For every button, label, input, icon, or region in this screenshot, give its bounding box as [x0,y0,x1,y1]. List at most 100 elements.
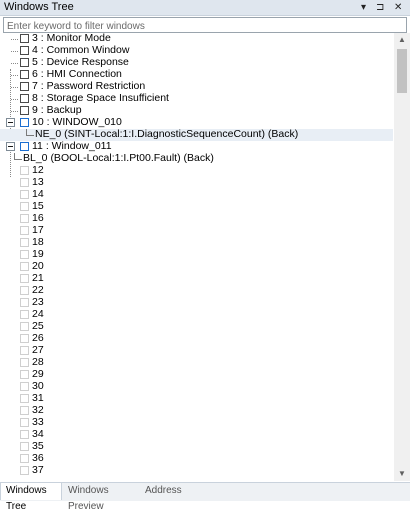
window-icon [20,274,29,283]
tree-item[interactable]: 21 [0,272,393,285]
tree-item-label: 9 : Backup [32,104,82,116]
panel-title-bar: Windows Tree ▾ ⊐ ✕ [0,0,410,16]
window-icon [20,298,29,307]
tree-item[interactable]: 22 [0,284,393,297]
window-icon [20,262,29,271]
window-icon [20,430,29,439]
tab-strip: Windows Tree Windows Preview Address [0,482,410,512]
tree-item-label: 35 [32,440,44,452]
window-icon [20,370,29,379]
tree-item[interactable]: 27 [0,344,393,357]
scroll-up-arrow-icon[interactable]: ▲ [394,33,410,47]
tree-item-label: 7 : Password Restriction [32,80,146,92]
tree-item-label: 30 [32,380,44,392]
tree-item[interactable]: 35 [0,440,393,453]
pin-icon[interactable]: ⊐ [376,0,384,15]
close-icon[interactable]: ✕ [394,0,402,15]
tree-item[interactable]: 19 [0,248,393,261]
tree-item-label: 5 : Device Response [32,56,129,68]
window-icon [20,106,29,115]
tree-item-label: 34 [32,428,44,440]
tree-item[interactable]: 18 [0,236,393,249]
tree-item-label: 23 [32,296,44,308]
tree-item-label: 15 [32,200,44,212]
window-icon [20,58,29,67]
vertical-scrollbar[interactable]: ▲ ▼ [394,33,410,481]
tab-windows-tree[interactable]: Windows Tree [0,483,62,512]
tree-connector [11,75,18,76]
window-icon [20,418,29,427]
tree-connector [11,51,18,52]
window-icon [20,466,29,475]
window-icon [20,310,29,319]
filter-input[interactable] [4,19,403,34]
tree-item[interactable]: 28 [0,356,393,369]
tree-item[interactable]: 17 [0,224,393,237]
tab-windows-preview[interactable]: Windows Preview [63,483,139,512]
tree-item[interactable]: 20 [0,260,393,273]
tree-item-label: 10 : WINDOW_010 [32,116,122,128]
dropdown-icon[interactable]: ▾ [361,0,366,15]
tree-item[interactable]: 12 [0,164,393,177]
tree-item-label: 26 [32,332,44,344]
tab-address[interactable]: Address [140,483,182,500]
tree-item[interactable]: 26 [0,332,393,345]
window-icon [20,454,29,463]
tree-item[interactable]: 37 [0,464,393,477]
scrollbar-thumb[interactable] [397,49,407,93]
tree-item-label: 6 : HMI Connection [32,68,122,80]
tree-item-label: BL_0 (BOOL-Local:1:I.Pt00.Fault) (Back) [23,152,214,164]
window-icon [20,358,29,367]
tree-item-label: 31 [32,392,44,404]
tree-connector [11,111,18,112]
window-icon [20,442,29,451]
tree-item[interactable]: 30 [0,380,393,393]
tree-item-label: 13 [32,176,44,188]
window-icon [20,82,29,91]
collapse-icon[interactable] [6,118,15,127]
window-icon [20,166,29,175]
tree-item-label: 8 : Storage Space Insufficient [32,92,169,104]
window-icon [20,178,29,187]
window-icon [20,382,29,391]
tree-item-label: 17 [32,224,44,236]
tree-item-label: 28 [32,356,44,368]
scroll-down-arrow-icon[interactable]: ▼ [394,467,410,481]
filter-box [3,17,407,34]
tree-item[interactable]: 31 [0,392,393,405]
tree-item[interactable]: 14 [0,188,393,201]
panel-title: Windows Tree [4,1,74,13]
window-icon [20,190,29,199]
tree-item[interactable]: 16 [0,212,393,225]
window-icon [20,94,29,103]
tree-item[interactable]: 29 [0,368,393,381]
tree-item-label: 21 [32,272,44,284]
tree-connector [11,87,18,88]
tree-item-label: 29 [32,368,44,380]
tree-item[interactable]: 13 [0,176,393,189]
tree-item-label: 12 [32,164,44,176]
tree-item-label: 27 [32,344,44,356]
tree-item[interactable]: 33 [0,416,393,429]
tree-item[interactable]: 24 [0,308,393,321]
tree-item-label: 18 [32,236,44,248]
tree-item[interactable]: 23 [0,296,393,309]
tree-item[interactable]: 32 [0,404,393,417]
tree-item-label: 4 : Common Window [32,44,130,56]
tree-item-label: 24 [32,308,44,320]
tree-item-label: 25 [32,320,44,332]
tree-item[interactable]: 15 [0,200,393,213]
collapse-icon[interactable] [6,142,15,151]
tree-item-label: NE_0 (SINT-Local:1:I.DiagnosticSequenceC… [35,128,299,140]
window-icon [20,406,29,415]
tree-child-item[interactable]: BL_0 (BOOL-Local:1:I.Pt00.Fault) (Back) [0,152,393,165]
window-icon [20,394,29,403]
window-icon [20,46,29,55]
tree-item[interactable]: 34 [0,428,393,441]
tree-item-label: 19 [32,248,44,260]
child-connector [14,153,22,160]
window-icon [20,286,29,295]
tree-item[interactable]: 25 [0,320,393,333]
tree-connector [11,39,18,40]
tree-item[interactable]: 36 [0,452,393,465]
